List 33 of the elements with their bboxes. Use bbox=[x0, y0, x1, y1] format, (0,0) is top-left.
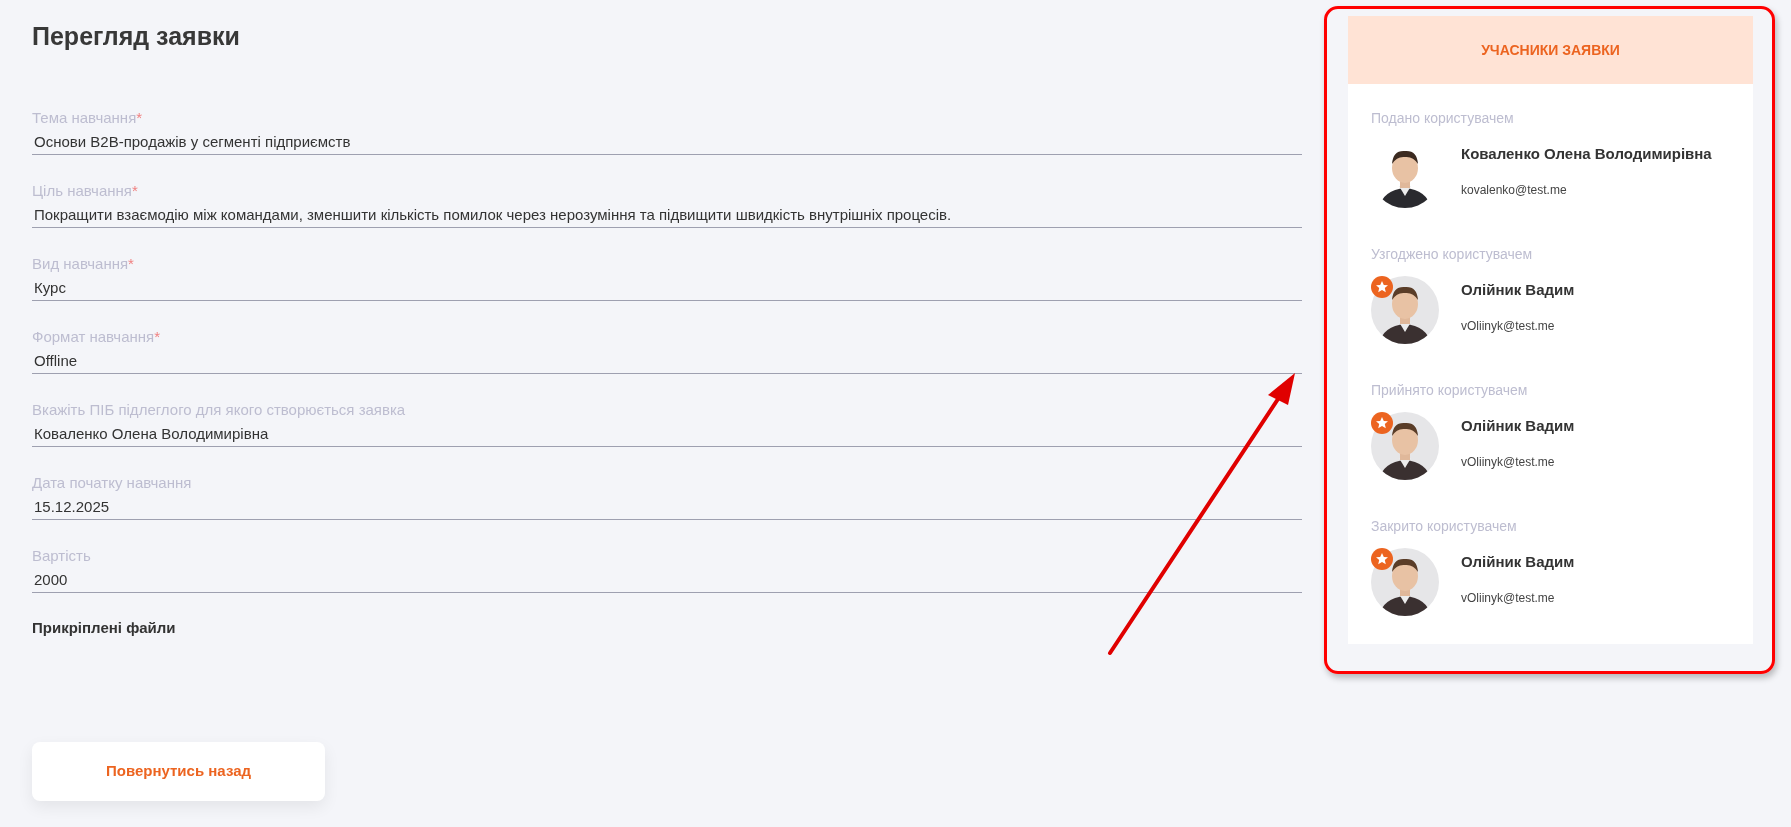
field-label: Дата початку навчання bbox=[32, 473, 193, 493]
participant-name: Олійник Вадим bbox=[1461, 280, 1575, 300]
field-value: 2000 bbox=[33, 570, 69, 590]
field-label: Вид навчання* bbox=[32, 254, 135, 274]
field-label: Вартість bbox=[32, 546, 92, 566]
section-label: Прийнято користувачем bbox=[1371, 381, 1529, 400]
field-value: 15.12.2025 bbox=[33, 497, 111, 517]
participant-name: Коваленко Олена Володимирівна bbox=[1461, 144, 1712, 164]
section-label: Закрито користувачем bbox=[1371, 517, 1518, 536]
star-badge-icon bbox=[1371, 412, 1393, 434]
field-value: Основи B2B-продажів у сегменті підприємств bbox=[33, 132, 352, 152]
field-value: Коваленко Олена Володимирівна bbox=[33, 424, 270, 444]
section-label: Узгоджено користувачем bbox=[1371, 245, 1534, 264]
field-label: Тема навчання* bbox=[32, 108, 144, 128]
participant-email: vOliinyk@test.me bbox=[1461, 590, 1556, 606]
field-value: Offline bbox=[33, 351, 79, 371]
participant-name: Олійник Вадим bbox=[1461, 416, 1575, 436]
participant-email: vOliinyk@test.me bbox=[1461, 318, 1556, 334]
participant-email: kovalenko@test.me bbox=[1461, 182, 1568, 198]
field-label: Формат навчання* bbox=[32, 327, 162, 347]
star-badge-icon bbox=[1371, 276, 1393, 298]
participant-email: vOliinyk@test.me bbox=[1461, 454, 1556, 470]
field-value: Курс bbox=[33, 278, 67, 298]
section-label: Подано користувачем bbox=[1371, 109, 1515, 128]
field-value: Покращити взаємодію між командами, зменшити кількість помилок через нерозуміння та підвищити швидкість внутрішніх процесів. bbox=[33, 205, 953, 225]
card-title: УЧАСНИКИ ЗАЯВКИ bbox=[1481, 40, 1620, 60]
field-label: Ціль навчання* bbox=[32, 181, 139, 201]
page-title: Перегляд заявки bbox=[32, 21, 241, 52]
attachments-heading: Прикріплені файли bbox=[32, 618, 177, 638]
field-label: Вкажіть ПІБ підлеглого для якого створюється заявка bbox=[32, 400, 407, 420]
back-button[interactable]: Повернутись назад bbox=[32, 741, 325, 801]
star-badge-icon bbox=[1371, 548, 1393, 570]
participant-name: Олійник Вадим bbox=[1461, 552, 1575, 572]
